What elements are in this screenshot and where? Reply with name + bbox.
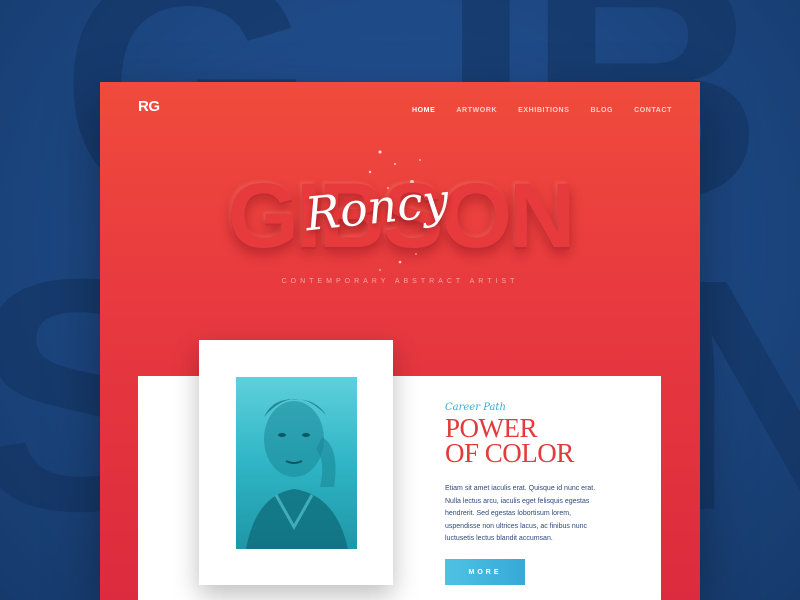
portrait-frame [199,340,393,585]
hero-subtitle: CONTEMPORARY ABSTRACT ARTIST [281,278,519,285]
main-nav: HOME ARTWORK EXHIBITIONS BLOG CONTACT [391,107,672,114]
section-body: Etiam sit amet iaculis erat. Quisque id … [445,483,620,546]
headline-line-2: OF COLOR [445,438,574,468]
section-eyebrow: Career Path [445,402,506,413]
body-line: hendrerit. Sed egestas lobortisum lorem, [445,510,572,517]
more-button[interactable]: MORE [445,559,525,585]
body-line: Nulla lectus arcu, iaculis eget felisqui… [445,497,590,505]
body-line: Etiam sit amet iaculis erat. Quisque id … [445,485,596,492]
body-line: uspendisse non ultrices lacus, ac finibu… [445,522,588,530]
portrait-illustration [246,398,348,549]
nav-blog[interactable]: BLOG [590,107,613,114]
nav-home[interactable]: HOME [412,107,435,114]
artist-portrait-photo [236,377,357,549]
body-line: luctusetis lectus blandit accumsan. [445,535,553,542]
nav-contact[interactable]: CONTACT [634,107,672,114]
section-headline: POWER OF COLOR [445,415,645,468]
nav-exhibitions[interactable]: EXHIBITIONS [518,107,569,114]
page-card: RG HOME ARTWORK EXHIBITIONS BLOG CONTACT… [100,82,700,600]
nav-artwork[interactable]: ARTWORK [456,107,497,114]
site-logo[interactable]: RG [138,98,160,115]
